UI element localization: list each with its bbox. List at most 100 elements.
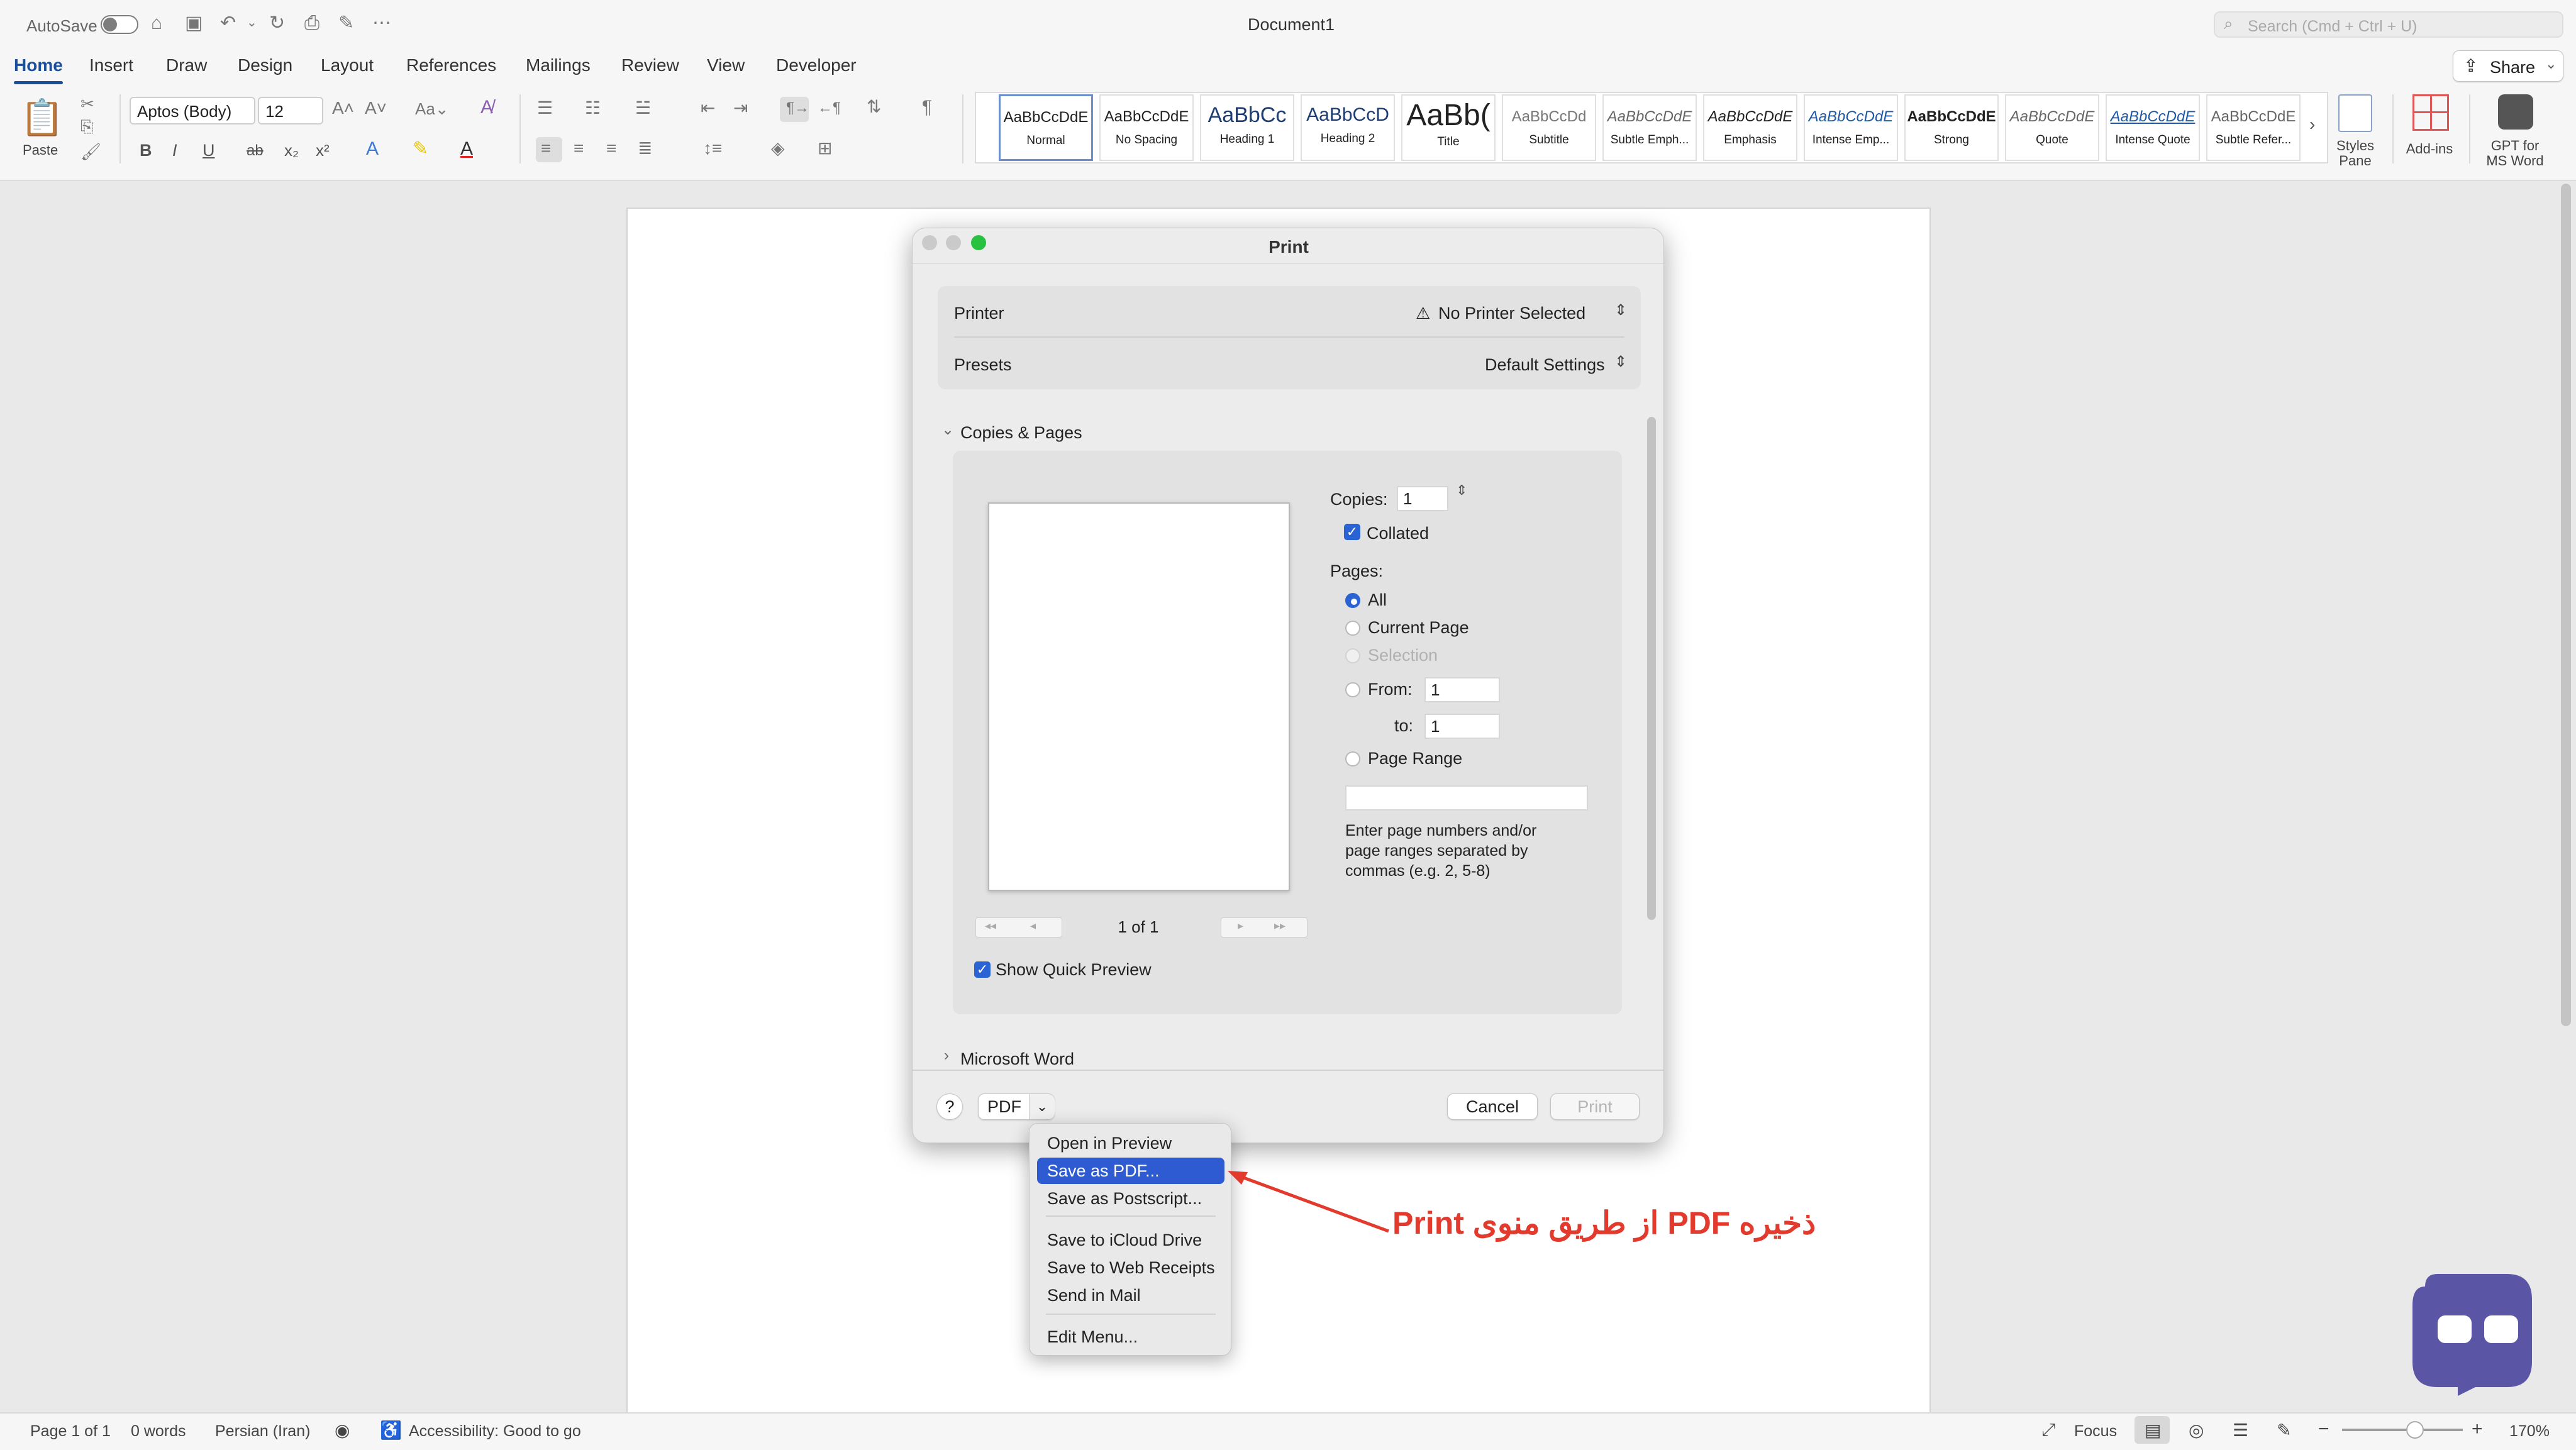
text-effects-icon[interactable]: A: [366, 140, 379, 158]
sort-icon[interactable]: ⇅: [867, 98, 881, 116]
zoom-in-icon[interactable]: +: [2472, 1419, 2483, 1440]
pages-all-radio[interactable]: [1345, 593, 1360, 608]
zoom-slider-thumb[interactable]: [2406, 1421, 2424, 1439]
print-button[interactable]: Print: [1550, 1093, 1640, 1120]
style-subtle-emphasis[interactable]: AaBbCcDdE Subtle Emph...: [1602, 94, 1697, 161]
microsoft-word-disclosure[interactable]: › Microsoft Word: [941, 1047, 1193, 1072]
to-input[interactable]: 1: [1424, 714, 1500, 739]
shrink-font-icon[interactable]: A˅: [365, 99, 387, 117]
line-spacing-icon[interactable]: ↕≡: [703, 140, 722, 157]
tab-mailings[interactable]: Mailings: [526, 55, 591, 75]
from-radio[interactable]: [1345, 682, 1360, 697]
change-case-icon[interactable]: Aa⌄: [415, 101, 449, 117]
zoom-out-icon[interactable]: −: [2318, 1419, 2329, 1440]
align-left-button[interactable]: ≡: [536, 137, 562, 162]
menu-item-send-in-mail[interactable]: Send in Mail: [1030, 1282, 1232, 1309]
styles-pane-button[interactable]: Styles Pane: [2327, 92, 2384, 170]
pdf-menu-button[interactable]: PDF ⌄: [978, 1093, 1055, 1120]
gallery-next-icon[interactable]: ›: [2309, 114, 2315, 135]
copies-input[interactable]: 1: [1397, 486, 1448, 511]
print-layout-button[interactable]: ▤: [2135, 1416, 2170, 1444]
outline-icon[interactable]: ☰: [2233, 1420, 2248, 1441]
track-changes-icon[interactable]: ◉: [335, 1420, 350, 1441]
multilevel-list-icon[interactable]: ☱: [635, 99, 651, 117]
home-icon[interactable]: ⌂: [151, 14, 162, 33]
style-heading-2[interactable]: AaBbCcD Heading 2: [1301, 94, 1395, 161]
highlight-icon[interactable]: ✎: [413, 140, 428, 158]
copies-stepper-icon[interactable]: ⇕: [1456, 482, 1467, 499]
menu-item-edit-menu[interactable]: Edit Menu...: [1030, 1324, 1232, 1350]
copy-icon[interactable]: ⎘: [80, 118, 94, 135]
style-intense-emphasis[interactable]: AaBbCcDdE Intense Emp...: [1804, 94, 1898, 161]
tab-draw[interactable]: Draw: [166, 55, 207, 75]
show-quick-preview-checkbox[interactable]: ✓: [974, 961, 991, 978]
save-icon[interactable]: ▣: [185, 14, 203, 33]
tab-view[interactable]: View: [707, 55, 745, 75]
style-intense-quote[interactable]: AaBbCcDdE Intense Quote: [2106, 94, 2200, 161]
language-status[interactable]: Persian (Iran): [215, 1422, 310, 1441]
show-marks-icon[interactable]: ¶: [922, 98, 932, 117]
tab-design[interactable]: Design: [238, 55, 292, 75]
preview-prev-buttons[interactable]: ◂◂ ◂: [975, 917, 1062, 938]
dialog-scrollbar[interactable]: [1647, 417, 1656, 920]
menu-item-save-to-web-receipts[interactable]: Save to Web Receipts: [1030, 1254, 1232, 1281]
minimize-window-icon[interactable]: [946, 235, 961, 250]
share-button[interactable]: ⇪ Share ⌄: [2453, 50, 2563, 82]
undo-icon[interactable]: ↶: [220, 14, 236, 33]
page-count-status[interactable]: Page 1 of 1: [30, 1422, 111, 1441]
word-count-status[interactable]: 0 words: [131, 1422, 186, 1441]
shading-icon[interactable]: ◈: [771, 140, 785, 157]
tab-insert[interactable]: Insert: [89, 55, 133, 75]
underline-button[interactable]: U: [203, 141, 215, 160]
help-button[interactable]: ?: [936, 1093, 963, 1120]
paste-button[interactable]: 📋 Paste: [15, 94, 72, 160]
menu-item-save-as-pdf[interactable]: Save as PDF...: [1037, 1158, 1224, 1184]
font-name-select[interactable]: Aptos (Body): [130, 97, 255, 125]
search-box[interactable]: ⌕ Search (Cmd + Ctrl + U): [2214, 11, 2563, 38]
grow-font-icon[interactable]: A˄: [332, 99, 354, 117]
rtl-icon[interactable]: ←¶: [818, 101, 841, 116]
align-center-icon[interactable]: ≡: [574, 140, 584, 157]
style-quote[interactable]: AaBbCcDdE Quote: [2005, 94, 2099, 161]
style-normal[interactable]: AaBbCcDdE Normal: [999, 94, 1093, 161]
clear-formatting-icon[interactable]: A̸: [480, 98, 493, 117]
draft-icon[interactable]: ✎: [2277, 1420, 2291, 1441]
close-window-icon[interactable]: [922, 235, 937, 250]
printer-select[interactable]: ⚠ No Printer Selected ⇕: [1416, 300, 1629, 326]
style-title[interactable]: AaBb(Title: [1401, 94, 1496, 161]
tab-home[interactable]: Home: [14, 55, 63, 84]
collated-checkbox[interactable]: ✓: [1344, 524, 1360, 540]
zoom-level[interactable]: 170%: [2509, 1422, 2550, 1441]
style-subtitle[interactable]: AaBbCcDd Subtitle: [1502, 94, 1596, 161]
subscript-button[interactable]: x₂: [284, 141, 299, 160]
font-size-select[interactable]: 12: [258, 97, 323, 125]
undo-dropdown-icon[interactable]: ⌄: [247, 16, 257, 29]
gpt-for-word-button[interactable]: GPT for MS Word: [2480, 92, 2550, 170]
strikethrough-button[interactable]: ab: [247, 142, 264, 160]
copies-pages-disclosure[interactable]: ⌄ Copies & Pages: [941, 421, 1193, 446]
style-emphasis[interactable]: AaBbCcDdE Emphasis: [1703, 94, 1797, 161]
style-heading-1[interactable]: AaBbCc Heading 1: [1200, 94, 1294, 161]
align-right-icon[interactable]: ≡: [606, 140, 616, 157]
bullets-icon[interactable]: ☰: [537, 99, 553, 117]
style-no-spacing[interactable]: AaBbCcDdE No Spacing: [1099, 94, 1194, 161]
borders-icon[interactable]: ⊞: [818, 140, 832, 157]
tab-layout[interactable]: Layout: [321, 55, 374, 75]
increase-indent-icon[interactable]: ⇥: [733, 99, 748, 117]
autosave-toggle[interactable]: [101, 15, 138, 34]
pen-icon[interactable]: ✎: [338, 14, 354, 33]
page-range-input[interactable]: [1345, 785, 1588, 811]
ltr-button[interactable]: ¶→: [780, 97, 809, 122]
presets-select[interactable]: Default Settings ⇕: [1485, 351, 1629, 378]
focus-button[interactable]: Focus: [2074, 1422, 2117, 1441]
font-color-icon[interactable]: A: [460, 140, 473, 158]
superscript-button[interactable]: x²: [316, 141, 330, 160]
page-range-radio[interactable]: [1345, 751, 1360, 767]
tab-review[interactable]: Review: [621, 55, 679, 75]
zoom-slider[interactable]: [2342, 1421, 2463, 1439]
document-scrollbar[interactable]: [2561, 184, 2571, 1026]
print-icon[interactable]: ⎙: [304, 14, 319, 33]
redo-icon[interactable]: ↻: [269, 14, 285, 33]
justify-icon[interactable]: ≣: [638, 140, 652, 157]
web-layout-icon[interactable]: ◎: [2189, 1420, 2204, 1441]
